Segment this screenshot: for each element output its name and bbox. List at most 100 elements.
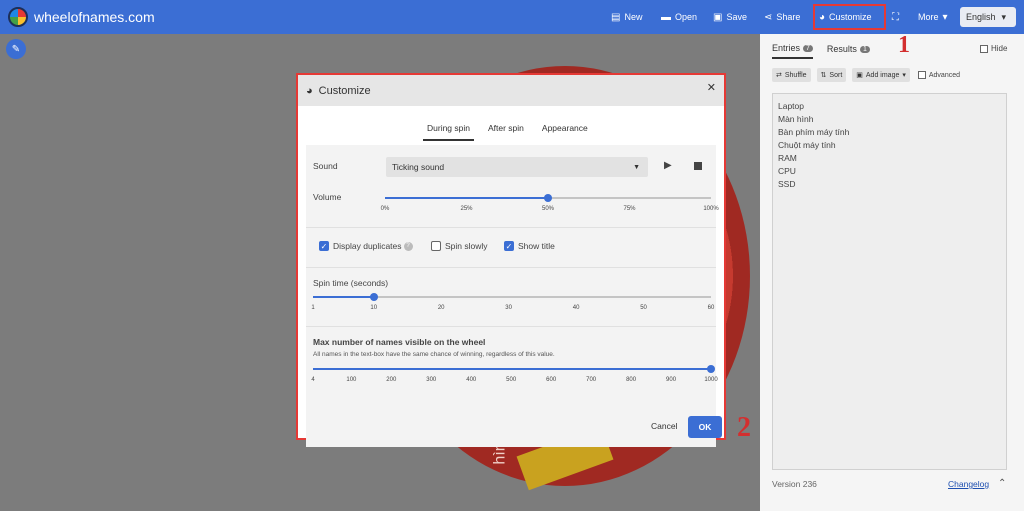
chevron-down-icon: ▾ [942,11,948,23]
highlight-box-customize [813,4,886,30]
sort-icon: ⇅ [820,72,827,79]
entries-toolbar: ⇄ Shuffle ⇅ Sort ▣ Add image ▾ Advanced [772,68,962,82]
sound-select[interactable]: Ticking sound ▼ [386,157,648,177]
app-title[interactable]: wheelofnames.com [34,9,155,25]
advanced-checkbox[interactable] [917,71,926,79]
help-icon[interactable]: ? [403,241,413,251]
tab-results-label: Results [826,44,857,54]
show-title-checkbox[interactable]: ✓ [504,241,514,251]
new-file-icon: ▤ [611,11,621,23]
divider [306,267,716,268]
slider-tick-label: 800 [626,377,637,383]
language-select[interactable]: English ▾ [960,7,1016,27]
volume-slider-thumb[interactable] [544,194,552,202]
list-item: Bàn phím máy tính [778,127,850,137]
customize-dialog: ◕ Customize ✕ During spin After spin App… [296,73,726,447]
more-button[interactable]: More ▾ [918,0,948,34]
spin-slowly-option[interactable]: Spin slowly [431,241,488,251]
tab-entries[interactable]: Entries 7 [772,43,813,59]
results-count-badge: 1 [859,45,870,53]
slider-tick-label: 75% [623,206,636,212]
shuffle-label: Shuffle [784,71,807,79]
caret-down-icon: ▼ [633,163,640,171]
spin-slowly-label: Spin slowly [445,241,488,251]
list-item: RAM [778,153,797,163]
new-label: New [624,12,643,22]
panel-tabs: Entries 7 Results 1 [772,43,870,59]
slider-tick-label: 30 [505,305,512,311]
max-names-slider-thumb[interactable] [707,365,715,373]
new-button[interactable]: ▤ New [611,0,642,34]
slider-tick-label: 200 [386,377,397,383]
shuffle-icon: ⇄ [776,72,782,79]
chevron-up-icon[interactable]: ⌃ [998,478,1006,489]
divider [306,227,716,228]
spin-time-slider[interactable] [313,293,711,301]
edit-pen-icon[interactable]: ✎ [6,39,26,59]
slider-tick-label: 300 [426,377,437,383]
tab-during-spin[interactable]: During spin [423,123,474,141]
sort-button[interactable]: ⇅ Sort [816,68,847,82]
slider-tick-label: 10 [370,305,378,311]
entries-count-badge: 7 [803,44,813,52]
fullscreen-icon: ⛶ [892,11,899,23]
entries-textbox[interactable]: Laptop Màn hình Bàn phím máy tính Chuột … [772,93,1007,470]
tab-appearance[interactable]: Appearance [538,123,592,141]
cancel-button[interactable]: Cancel [651,421,677,431]
add-image-label: Add image [865,71,900,79]
display-duplicates-checkbox[interactable]: ✓ [319,241,329,251]
share-icon: ⋖ [764,11,773,23]
advanced-label: Advanced [928,71,961,79]
annotation-number-1: 1 [898,32,910,58]
tab-after-spin[interactable]: After spin [484,123,528,141]
hide-checkbox[interactable] [980,44,988,53]
ok-button[interactable]: OK [688,416,722,438]
show-title-label: Show title [518,241,555,251]
slider-tick-label: 50% [541,206,555,212]
play-icon[interactable]: ▶ [664,160,672,171]
save-button[interactable]: ▣ Save [713,0,747,34]
tab-results[interactable]: Results 1 [827,43,870,59]
slider-tick-label: 60 [707,305,715,311]
sort-label: Sort [829,71,843,79]
save-label: Save [726,12,747,22]
palette-icon: ◕ [306,84,313,97]
add-image-button[interactable]: ▣ Add image ▾ [852,68,910,82]
max-names-note: All names in the text-box have the same … [313,351,555,358]
slider-tick-label: 40 [572,305,580,311]
open-button[interactable]: ▬ Open [661,0,697,34]
wheel-logo-icon[interactable] [8,7,28,27]
slider-tick-label: 900 [666,377,677,383]
volume-slider[interactable] [385,194,711,202]
hide-toggle[interactable]: Hide [980,44,1007,53]
share-button[interactable]: ⋖ Share [764,0,800,34]
display-duplicates-option[interactable]: ✓ Display duplicates ? [319,241,413,251]
language-label: English [966,12,996,22]
annotation-number-2: 2 [737,412,751,443]
show-title-option[interactable]: ✓ Show title [504,241,555,251]
spin-time-slider-fill [313,296,374,298]
max-names-slider-fill [313,368,711,370]
dialog-tabs: During spin After spin Appearance [423,123,592,141]
slider-tick-label: 50 [640,305,647,311]
max-names-slider[interactable] [313,365,715,373]
list-item: SSD [778,179,796,189]
slider-tick-label: 1 [311,305,315,311]
list-item: Màn hình [778,114,814,124]
spin-time-slider-thumb[interactable] [369,293,378,301]
version-text: Version 236 [772,479,817,489]
stop-icon[interactable] [694,162,702,170]
slider-tick-label: 600 [546,377,557,383]
spin-slowly-checkbox[interactable] [431,241,441,251]
spin-time-label: Spin time (seconds) [313,278,389,288]
shuffle-button[interactable]: ⇄ Shuffle [772,68,811,82]
volume-slider-fill [385,197,548,199]
fullscreen-button[interactable]: ⛶ [892,0,899,34]
sound-label: Sound [313,161,338,171]
advanced-toggle[interactable]: Advanced [916,68,962,82]
list-item: Laptop [778,101,804,111]
image-icon: ▣ [856,72,863,79]
slider-tick-label: 100% [703,206,719,212]
close-icon[interactable]: ✕ [707,81,716,94]
changelog-link[interactable]: Changelog [948,479,989,489]
